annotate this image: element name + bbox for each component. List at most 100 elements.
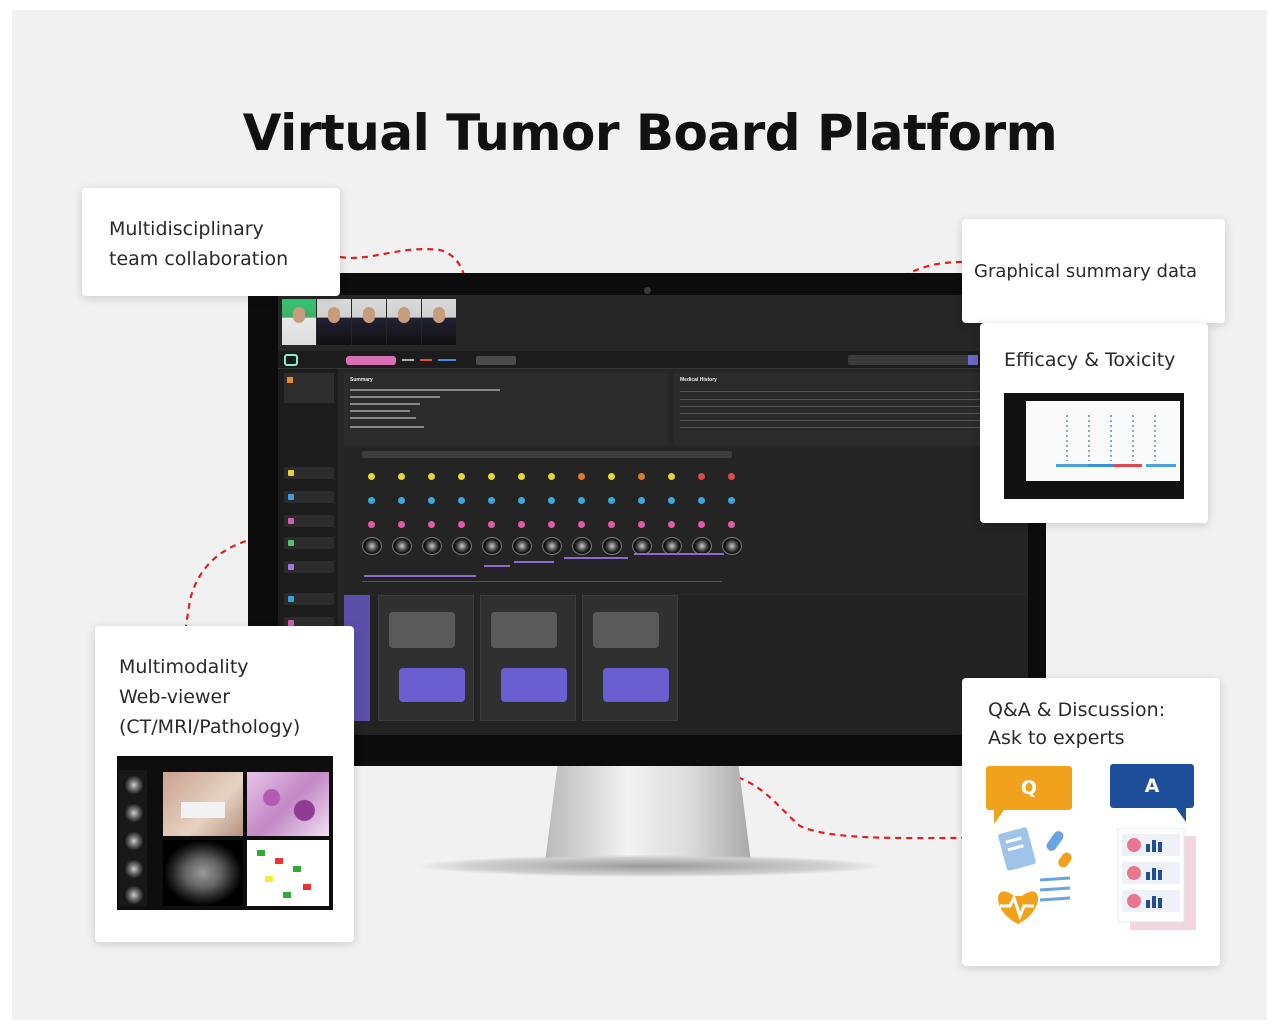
ct-thumbnail[interactable] [542,537,562,555]
pathology-image [247,772,329,836]
timeline-dot[interactable] [458,521,465,528]
participant-video[interactable] [317,299,351,345]
ct-thumbnail[interactable] [512,537,532,555]
timeline-dot[interactable] [698,473,705,480]
chart-bar [1088,464,1114,467]
participant-video[interactable] [387,299,421,345]
timeline-dot[interactable] [488,497,495,504]
medical-history-title: Medical History [680,377,717,383]
timeline-dot[interactable] [608,473,615,480]
timeline-dot[interactable] [428,497,435,504]
question-icon: Q [986,766,1072,824]
sidebar-header[interactable] [284,373,334,403]
timeline-dot[interactable] [578,521,585,528]
timeline-bar [514,561,554,563]
timeline-dot[interactable] [428,473,435,480]
timeline-dot[interactable] [398,497,405,504]
timeline-axis [362,581,722,582]
discussion-panel [344,595,1028,735]
timeline-dot[interactable] [728,497,735,504]
answer-bubble [399,668,465,702]
comment-card[interactable] [582,595,678,721]
ct-thumbnail[interactable] [452,537,472,555]
timeline-dot[interactable] [398,521,405,528]
comment-card[interactable] [480,595,576,721]
chart-column [1110,415,1112,461]
nav-item[interactable] [420,359,432,361]
nav-item[interactable] [438,359,456,361]
sidebar-item[interactable] [284,593,334,605]
timeline-dot[interactable] [518,473,525,480]
participant-video[interactable] [282,299,316,345]
summary-title: Summary [350,377,373,383]
timeline-dot[interactable] [668,521,675,528]
ct-thumbnail[interactable] [422,537,442,555]
timeline-dot[interactable] [488,521,495,528]
sidebar-item[interactable] [284,561,334,573]
timeline-dot[interactable] [668,473,675,480]
sidebar-item[interactable] [284,515,334,527]
series-thumbnail [123,886,145,904]
ct-thumbnail[interactable] [572,537,592,555]
monitor-stand [545,766,751,862]
timeline-dot[interactable] [548,521,555,528]
timeline-dot[interactable] [458,497,465,504]
answer-bubble [501,668,567,702]
timeline-bar [484,565,510,567]
timeline-dot[interactable] [458,473,465,480]
timeline-dot[interactable] [638,473,645,480]
search-input[interactable] [848,355,978,365]
series-thumbnail [123,776,145,794]
timeline-dot[interactable] [368,473,375,480]
sidebar-item[interactable] [284,467,334,479]
answer-icon: A [1110,764,1194,822]
ct-thumbnail[interactable] [362,537,382,555]
series-thumbnail [123,804,145,822]
timeline-dot[interactable] [518,497,525,504]
timeline-dot[interactable] [518,521,525,528]
timeline-dot[interactable] [608,497,615,504]
ct-image [163,840,243,906]
series-thumbnail [123,860,145,878]
monitor: Summary Medical History [248,273,1046,766]
sidebar-item[interactable] [284,491,334,503]
ct-thumbnail[interactable] [392,537,412,555]
timeline-dot[interactable] [698,497,705,504]
timeline-dot[interactable] [698,521,705,528]
table-row [680,406,980,407]
timeline-dot[interactable] [368,521,375,528]
timeline-dot[interactable] [548,497,555,504]
summary-line [350,417,416,419]
timeline-dot[interactable] [578,473,585,480]
ct-thumbnail[interactable] [482,537,502,555]
comment-card[interactable] [378,595,474,721]
timeline-dot[interactable] [638,497,645,504]
toolbar-button[interactable] [476,356,516,365]
app-topbar [278,351,1028,369]
participant-video[interactable] [422,299,456,345]
timeline-dot[interactable] [668,497,675,504]
timeline-dot[interactable] [728,521,735,528]
timeline-dot[interactable] [398,473,405,480]
clinical-photo [163,772,243,836]
answer-bubble [603,668,669,702]
ct-thumbnail[interactable] [722,537,742,555]
timeline-dot[interactable] [368,497,375,504]
callout-team-label: Multidisciplinary team collaboration [109,218,289,270]
sidebar-item[interactable] [284,537,334,549]
timeline-dot[interactable] [428,521,435,528]
timeline-dot[interactable] [728,473,735,480]
timeline-dot[interactable] [548,473,555,480]
timeline-dot[interactable] [578,497,585,504]
timeline-dot[interactable] [488,473,495,480]
participant-video[interactable] [352,299,386,345]
timeline-dot[interactable] [638,521,645,528]
ct-thumbnail[interactable] [602,537,622,555]
chart-bar [1114,464,1142,467]
timeline-dot[interactable] [608,521,615,528]
summary-line [350,426,424,428]
nav-item[interactable] [402,359,414,361]
patient-tag[interactable] [346,356,396,365]
heatmap-cell [283,892,291,898]
chart-bar [1056,464,1088,467]
